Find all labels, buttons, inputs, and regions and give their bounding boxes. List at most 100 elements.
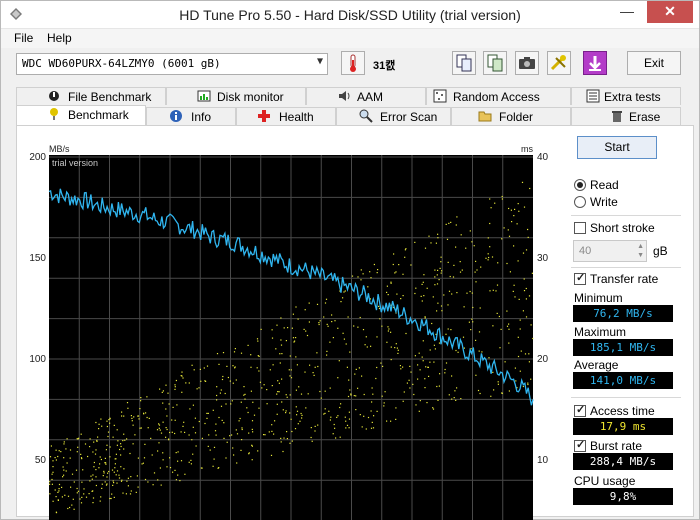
radio-checked-icon xyxy=(574,179,586,191)
access-time-point xyxy=(497,262,499,264)
access-time-point xyxy=(235,379,237,381)
access-time-point xyxy=(264,434,266,436)
access-time-point xyxy=(476,269,478,271)
menu-help[interactable]: Help xyxy=(47,31,72,45)
access-time-point xyxy=(346,424,349,426)
access-time-point xyxy=(95,421,97,424)
access-time-point xyxy=(58,490,60,492)
access-time-point xyxy=(295,406,297,408)
access-time-point xyxy=(517,355,520,358)
access-time-point xyxy=(387,326,389,328)
copy-info-button[interactable] xyxy=(452,51,476,75)
access-time-point xyxy=(188,434,190,436)
access-time-point xyxy=(478,331,481,333)
access-time-point xyxy=(456,216,458,218)
access-time-point xyxy=(139,427,141,429)
access-time-point xyxy=(447,304,449,306)
access-time-point xyxy=(390,281,392,283)
access-time-point xyxy=(279,353,281,355)
tab-error-scan[interactable]: Error Scan xyxy=(336,107,451,125)
access-time-point xyxy=(119,448,121,451)
spin-up-icon[interactable]: ▲ xyxy=(637,243,644,250)
exit-button[interactable]: Exit xyxy=(627,51,681,75)
access-time-point xyxy=(319,390,321,393)
access-time-point xyxy=(52,471,54,473)
tab-aam[interactable]: AAM xyxy=(306,87,426,105)
spin-down-icon[interactable]: ▼ xyxy=(637,252,644,259)
access-time-point xyxy=(519,370,521,372)
save-button[interactable] xyxy=(583,51,607,75)
access-time-point xyxy=(513,245,515,247)
minimize-button[interactable]: — xyxy=(613,1,641,23)
access-time-point xyxy=(176,404,178,406)
access-time-point xyxy=(127,407,129,409)
access-time-point xyxy=(85,496,88,498)
access-time-point xyxy=(80,433,82,435)
access-time-point xyxy=(456,292,458,294)
access-time-point xyxy=(530,378,532,380)
access-time-point xyxy=(134,434,136,436)
access-time-point xyxy=(93,441,95,443)
access-time-point xyxy=(162,421,164,423)
access-time-point xyxy=(507,229,509,231)
access-time-point xyxy=(96,439,98,441)
access-time-point xyxy=(110,497,112,500)
access-time-point xyxy=(392,263,394,266)
tab-info[interactable]: Info xyxy=(146,107,236,125)
access-time-point xyxy=(231,400,233,402)
copy-screenshot-button[interactable] xyxy=(483,51,507,75)
tab-disk-monitor[interactable]: Disk monitor xyxy=(166,87,306,105)
access-time-point xyxy=(97,436,99,438)
tab-extra-tests[interactable]: Extra tests xyxy=(571,87,681,105)
temperature-button[interactable] xyxy=(341,51,365,75)
access-time-point xyxy=(461,269,463,271)
drive-select[interactable]: WDC WD60PURX-64LZMY0 (6001 gB) ▼ xyxy=(16,53,328,75)
access-time-point xyxy=(410,371,412,373)
start-button[interactable]: Start xyxy=(577,136,657,159)
access-time-point xyxy=(490,207,492,209)
access-time-point xyxy=(296,364,298,366)
tab-label: Disk monitor xyxy=(217,90,284,104)
tab-random-access[interactable]: Random Access xyxy=(426,87,571,105)
short-stroke-spinner[interactable]: 40 ▲ ▼ xyxy=(573,240,647,262)
tab-health[interactable]: Health xyxy=(236,107,336,125)
access-time-point xyxy=(511,221,513,223)
checkbox-unchecked-icon xyxy=(574,222,586,234)
access-time-point xyxy=(290,418,292,420)
access-time-point xyxy=(103,470,105,472)
access-time-point xyxy=(283,437,285,439)
access-time-point xyxy=(485,257,487,259)
options-button[interactable] xyxy=(547,51,571,75)
access-time-point xyxy=(305,330,307,332)
tab-file-benchmark[interactable]: File Benchmark xyxy=(16,87,166,105)
access-time-point xyxy=(513,215,515,217)
access-time-point xyxy=(213,458,215,460)
divider xyxy=(571,397,681,398)
access-time-point xyxy=(241,428,243,431)
tab-folder-usage[interactable]: Folder Usage xyxy=(451,107,571,140)
access-time-point xyxy=(50,445,52,447)
access-time-point xyxy=(180,460,183,462)
access-time-point xyxy=(501,238,503,240)
access-time-point xyxy=(308,302,310,304)
access-time-point xyxy=(174,469,176,471)
access-time-point xyxy=(422,360,424,362)
access-time-point xyxy=(488,357,490,359)
access-time-point xyxy=(248,453,250,455)
tab-erase[interactable]: Erase xyxy=(571,107,681,125)
access-time-point xyxy=(451,293,453,295)
access-time-point xyxy=(276,393,278,395)
access-time-point xyxy=(289,394,291,396)
tab-label: Extra tests xyxy=(604,90,661,104)
close-button[interactable]: ✕ xyxy=(647,1,693,23)
access-time-point xyxy=(244,398,246,400)
screenshot-button[interactable] xyxy=(515,51,539,75)
access-time-point xyxy=(332,433,334,435)
access-time-point xyxy=(114,467,116,469)
access-time-point xyxy=(370,277,372,279)
access-time-point xyxy=(470,348,472,350)
menu-file[interactable]: File xyxy=(14,31,33,45)
tab-benchmark[interactable]: Benchmark xyxy=(16,105,146,125)
access-time-point xyxy=(177,460,179,462)
access-time-point xyxy=(308,321,310,323)
